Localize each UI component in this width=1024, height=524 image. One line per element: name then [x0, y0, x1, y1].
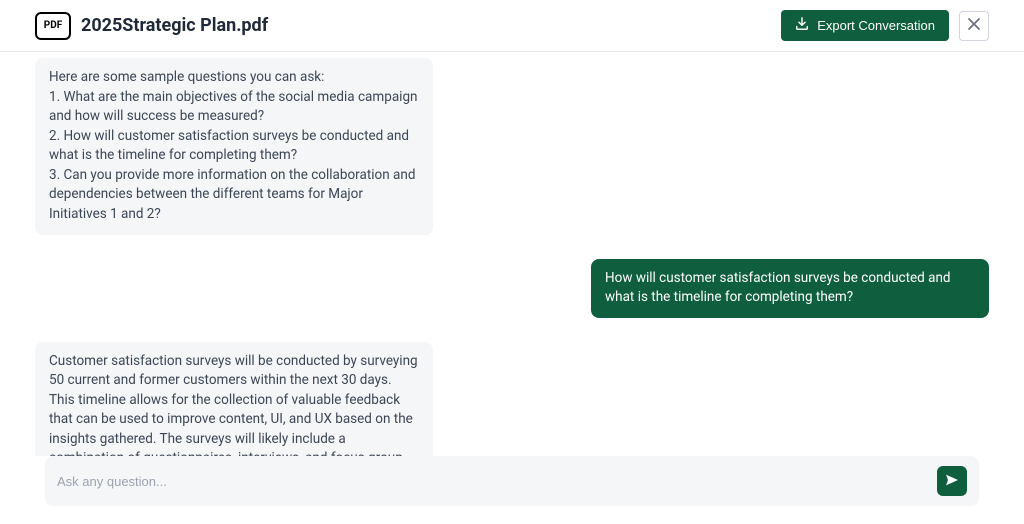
assistant-message: Here are some sample questions you can a… [35, 58, 433, 235]
close-icon [967, 17, 981, 34]
message-input-bar [45, 456, 979, 506]
export-label: Export Conversation [817, 18, 935, 33]
assistant-message-text: Here are some sample questions you can a… [49, 69, 417, 222]
pdf-icon: PDF [35, 12, 71, 40]
document-title: 2025Strategic Plan.pdf [81, 15, 268, 36]
send-icon [944, 472, 960, 491]
message-input[interactable] [57, 474, 927, 489]
send-button[interactable] [937, 466, 967, 496]
download-icon [795, 17, 809, 34]
app-header: PDF 2025Strategic Plan.pdf Export Conver… [0, 0, 1024, 52]
header-right: Export Conversation [781, 10, 989, 41]
user-message-text: How will customer satisfaction surveys b… [605, 270, 951, 306]
assistant-message: Customer satisfaction surveys will be co… [35, 342, 433, 456]
pdf-badge-text: PDF [44, 20, 62, 31]
export-conversation-button[interactable]: Export Conversation [781, 10, 949, 41]
chat-scroll-area[interactable]: Here are some sample questions you can a… [0, 52, 1024, 456]
user-message: How will customer satisfaction surveys b… [591, 259, 989, 318]
assistant-message-text: Customer satisfaction surveys will be co… [49, 353, 418, 456]
header-left: PDF 2025Strategic Plan.pdf [35, 12, 268, 40]
close-button[interactable] [959, 11, 989, 41]
